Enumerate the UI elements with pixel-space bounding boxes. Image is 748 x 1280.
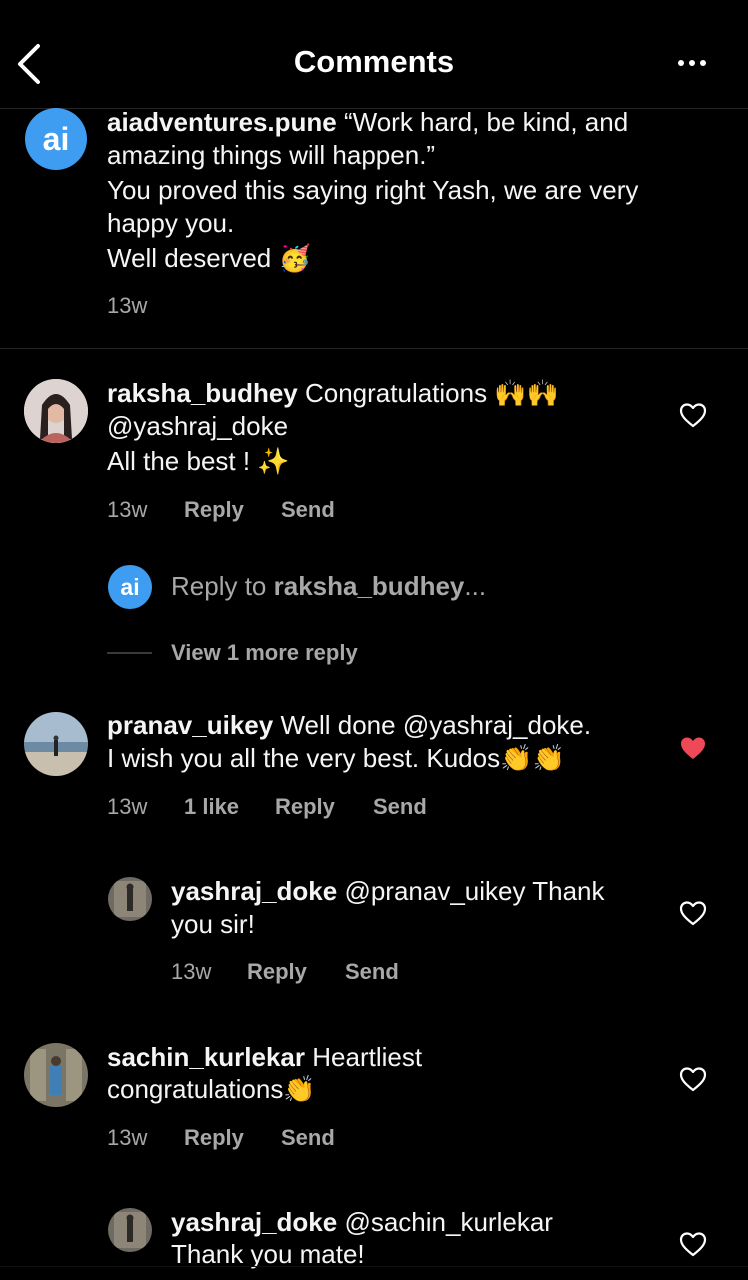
comment-username[interactable]: yashraj_doke [171, 876, 337, 906]
send-button[interactable]: Send [281, 497, 335, 523]
caption-line-5: Well deserved 🥳 [107, 243, 311, 274]
comment-text-line-1: raksha_budhey Congratulations 🙌🙌 [107, 378, 560, 409]
avatar[interactable] [24, 1043, 88, 1107]
reply-button[interactable]: Reply [184, 1125, 244, 1151]
caption-timestamp: 13w [107, 293, 148, 318]
reply-to-prompt[interactable]: Reply to raksha_budhey... [171, 571, 486, 602]
comment-text-line-3: All the best ! ✨ [107, 446, 290, 477]
header-bar: Comments [0, 0, 748, 109]
heart-filled-icon[interactable] [679, 735, 707, 761]
reply-button[interactable]: Reply [247, 959, 307, 985]
clapping-hands-emoji: 👏 [283, 1075, 316, 1105]
comment-text-line-1: sachin_kurlekar Heartliest [107, 1042, 423, 1072]
comment-text-line-1: yashraj_doke @sachin_kurlekar [171, 1207, 553, 1237]
comment-text-line-2: I wish you all the very best. Kudos👏👏 [107, 743, 565, 774]
comment-text-line-2: congratulations👏 [107, 1074, 316, 1105]
comment-timestamp: 13w [171, 959, 212, 984]
page-title: Comments [293, 44, 455, 79]
view-more-replies-button[interactable]: View 1 more reply [171, 640, 358, 666]
comment-text-line-2[interactable]: @yashraj_doke [107, 410, 288, 443]
caption-line-1: aiadventures.pune “Work hard, be kind, a… [107, 107, 629, 137]
comment-username[interactable]: yashraj_doke [171, 1207, 337, 1237]
avatar: ai [108, 565, 152, 609]
comment-text-line-1: yashraj_doke @pranav_uikey Thank [171, 876, 605, 906]
avatar[interactable] [108, 1208, 152, 1252]
more-options-icon[interactable] [672, 50, 712, 80]
clapping-hands-emoji: 👏👏 [500, 744, 565, 774]
avatar[interactable] [24, 712, 88, 776]
send-button[interactable]: Send [281, 1125, 335, 1151]
heart-icon[interactable] [679, 402, 707, 428]
comment-timestamp: 13w [107, 1125, 148, 1150]
heart-icon[interactable] [679, 900, 707, 926]
caption-line-4: happy you. [107, 208, 235, 238]
comment-timestamp: 13w [107, 794, 148, 819]
caption-username[interactable]: aiadventures.pune [107, 107, 337, 137]
bottom-divider [0, 1266, 748, 1267]
sparkles-emoji: ✨ [257, 447, 290, 477]
send-button[interactable]: Send [345, 959, 399, 985]
party-emoji: 🥳 [278, 244, 311, 274]
view-replies-line [107, 652, 152, 654]
reply-button[interactable]: Reply [184, 497, 244, 523]
send-button[interactable]: Send [373, 794, 427, 820]
comment-timestamp: 13w [107, 497, 148, 522]
raising-hands-emoji: 🙌🙌 [494, 379, 560, 409]
divider [0, 348, 748, 349]
avatar[interactable] [24, 379, 88, 443]
heart-icon[interactable] [679, 1066, 707, 1092]
avatar[interactable] [108, 877, 152, 921]
heart-icon[interactable] [679, 1231, 707, 1257]
comment-username[interactable]: raksha_budhey [107, 378, 298, 408]
comment-text-line-1: pranav_uikey Well done @yashraj_doke. [107, 710, 592, 740]
avatar[interactable]: ai [25, 108, 87, 170]
comment-username[interactable]: pranav_uikey [107, 710, 273, 740]
comment-username[interactable]: sachin_kurlekar [107, 1042, 305, 1072]
comment-text-line-2: you sir! [171, 909, 255, 939]
caption-line-3: You proved this saying right Yash, we ar… [107, 175, 639, 205]
caption-line-2: amazing things will happen.” [107, 140, 436, 170]
reply-button[interactable]: Reply [275, 794, 335, 820]
likes-count[interactable]: 1 like [184, 794, 239, 820]
